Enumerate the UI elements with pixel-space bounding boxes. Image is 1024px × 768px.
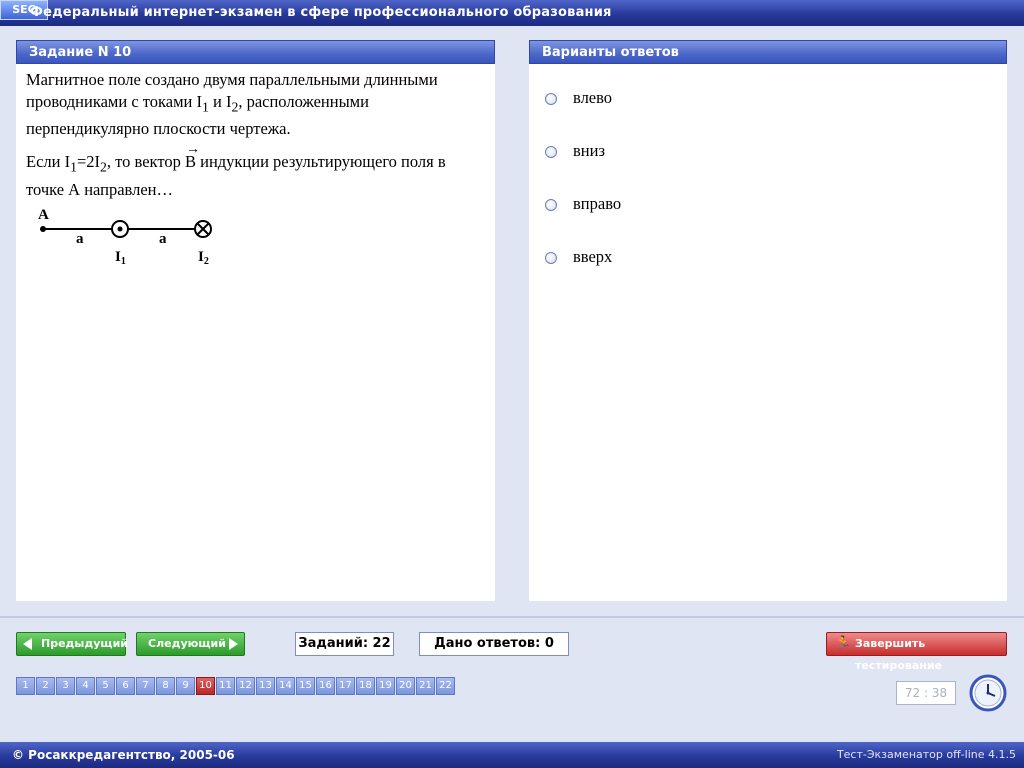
radio-button[interactable]	[545, 146, 557, 158]
question-figure: A a a I1 I2	[38, 207, 212, 267]
answers-panel-header: Варианты ответов	[529, 40, 1007, 64]
question-number-4[interactable]: 4	[76, 677, 95, 695]
version-text: Тест-Экзаменатор off-line 4.1.5	[836, 748, 1016, 761]
question-navigator: 1 2 3 4 5 6 7 8 9 10 11 12 13 14 15 16 17 18 19 20 21 22	[16, 677, 456, 695]
arrow-right-icon	[229, 638, 238, 650]
clock-icon	[969, 674, 1007, 712]
question-number-3[interactable]: 3	[56, 677, 75, 695]
answer-option-1[interactable]: влево	[529, 80, 1007, 133]
radio-button[interactable]	[545, 93, 557, 105]
question-number-18[interactable]: 18	[356, 677, 375, 695]
question-paragraph-1: Магнитное поле создано двумя параллельны…	[26, 70, 438, 139]
question-text: Магнитное поле создано двумя параллельны…	[16, 64, 495, 201]
wire-1-dot	[117, 226, 123, 232]
question-paragraph-2: Если I1=2I2, то вектор → B индукции резул…	[26, 142, 446, 199]
copyright-text: © Росаккредагентство, 2005-06	[12, 748, 235, 762]
question-number-7[interactable]: 7	[136, 677, 155, 695]
question-number-16[interactable]: 16	[316, 677, 335, 695]
distance-label-2: a	[159, 231, 167, 247]
question-number-13[interactable]: 13	[256, 677, 275, 695]
question-number-19[interactable]: 19	[376, 677, 395, 695]
vector-b: → B	[184, 142, 200, 172]
question-number-21[interactable]: 21	[416, 677, 435, 695]
question-number-22[interactable]: 22	[436, 677, 455, 695]
answer-option-4[interactable]: вверх	[529, 239, 1007, 292]
question-number-5[interactable]: 5	[96, 677, 115, 695]
question-number-9[interactable]: 9	[176, 677, 195, 695]
answer-label: влево	[573, 88, 613, 107]
question-number-1[interactable]: 1	[16, 677, 35, 695]
radio-button[interactable]	[545, 199, 557, 211]
top-bar: SEC Федеральный интернет-экзамен в сфере…	[0, 0, 1024, 26]
point-a-label: A	[38, 207, 49, 223]
question-number-10[interactable]: 10	[196, 677, 215, 695]
answered-counter: Дано ответов: 0	[419, 632, 569, 656]
question-number-20[interactable]: 20	[396, 677, 415, 695]
divider	[0, 616, 1024, 618]
total-tasks-counter: Заданий: 22	[295, 632, 394, 656]
running-man-icon: 🏃	[835, 636, 852, 651]
answer-label: вниз	[573, 141, 605, 160]
finish-test-button[interactable]: 🏃 Завершить тестирование	[826, 632, 1007, 672]
question-number-12[interactable]: 12	[236, 677, 255, 695]
app-title: Федеральный интернет-экзамен в сфере про…	[30, 5, 612, 20]
question-panel: Задание N 10 Магнитное поле создано двум…	[16, 40, 495, 601]
question-number-15[interactable]: 15	[296, 677, 315, 695]
previous-button[interactable]: Предыдущий	[16, 632, 128, 656]
question-panel-header: Задание N 10	[16, 40, 495, 64]
question-number-8[interactable]: 8	[156, 677, 175, 695]
answer-label: вверх	[573, 247, 613, 266]
arrow-left-icon	[23, 638, 32, 650]
answer-option-2[interactable]: вниз	[529, 133, 1007, 186]
question-number-6[interactable]: 6	[116, 677, 135, 695]
footer-bar: © Росаккредагентство, 2005-06 Тест-Экзам…	[0, 742, 1024, 768]
wire-1-label: I1	[115, 249, 126, 267]
question-number-11[interactable]: 11	[216, 677, 235, 695]
question-number-17[interactable]: 17	[336, 677, 355, 695]
answers-panel: Варианты ответов влево вниз вправо вверх	[529, 40, 1007, 601]
timer-display: 72 : 38	[896, 681, 956, 705]
answer-option-3[interactable]: вправо	[529, 186, 1007, 239]
question-number-14[interactable]: 14	[276, 677, 295, 695]
answer-label: вправо	[573, 194, 622, 213]
distance-label-1: a	[76, 231, 84, 247]
question-number-2[interactable]: 2	[36, 677, 55, 695]
next-button[interactable]: Следующий	[136, 632, 245, 656]
point-a-dot	[40, 226, 46, 232]
answer-list: влево вниз вправо вверх	[529, 64, 1007, 292]
wire-2-label: I2	[198, 249, 209, 267]
radio-button[interactable]	[545, 252, 557, 264]
